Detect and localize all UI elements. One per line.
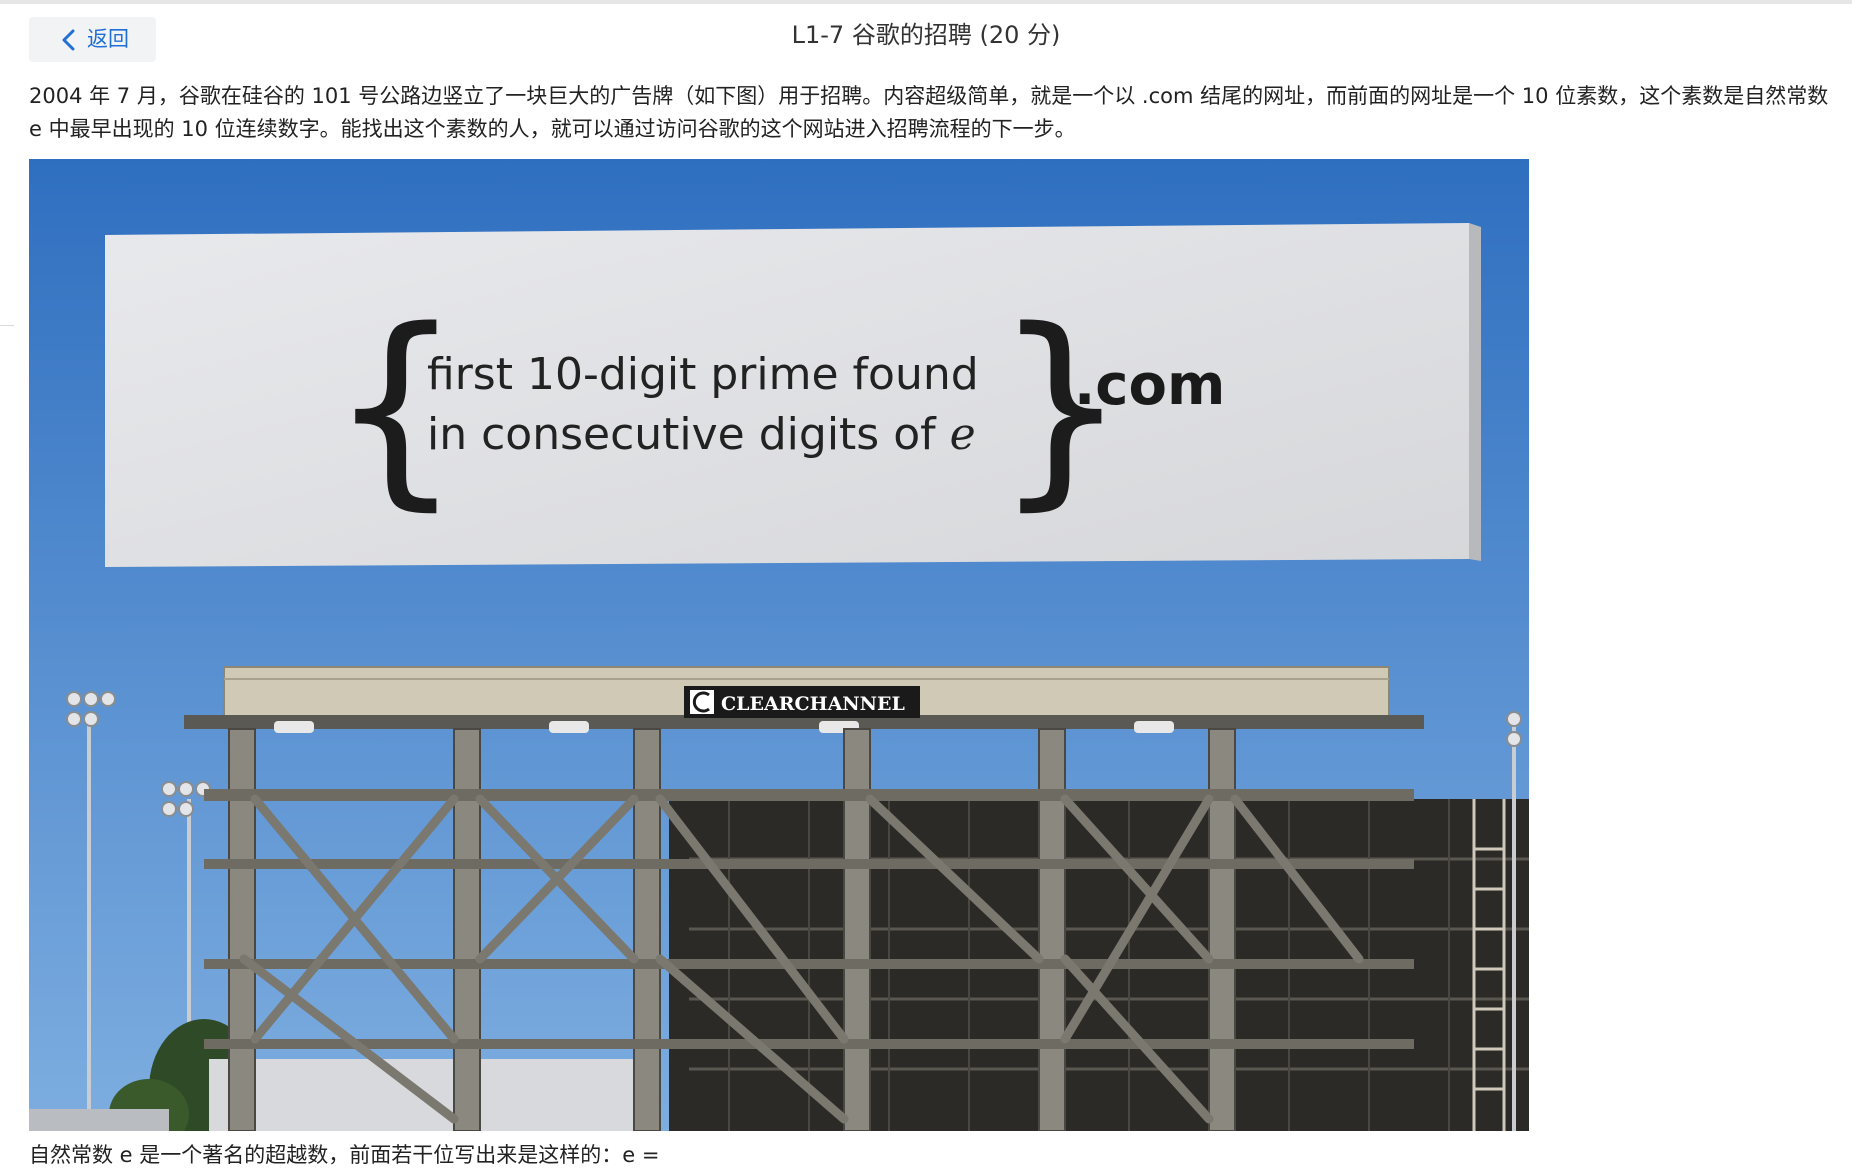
page-title: L1-7 谷歌的招聘 (20 分) [791, 21, 1061, 49]
top-border [0, 0, 1852, 4]
billboard-line1: first 10-digit prime found [427, 349, 979, 400]
open-brace: { [329, 284, 463, 529]
clear-channel-logo-icon [690, 690, 714, 714]
billboard-photo: CLEARCHANNEL { } first 10-digit prime fo… [29, 159, 1529, 1131]
sign-text: CLEARCHANNEL [721, 693, 905, 715]
side-divider [0, 325, 14, 326]
problem-caption: 自然常数 e 是一个著名的超越数，前面若干位写出来是这样的：e = [29, 1143, 660, 1167]
billboard-line2: in consecutive digits of e [427, 409, 976, 460]
problem-description: 2004 年 7 月，谷歌在硅谷的 101 号公路边竖立了一块巨大的广告牌（如下… [29, 84, 1829, 141]
billboard-suffix: .com [1074, 353, 1225, 418]
clear-channel-sign: CLEARCHANNEL [684, 686, 920, 718]
